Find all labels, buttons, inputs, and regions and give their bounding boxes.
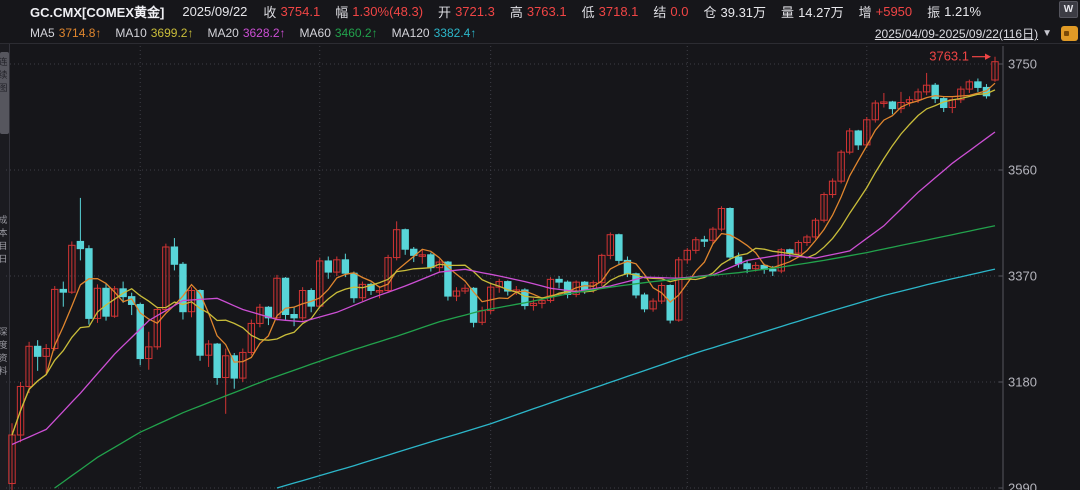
field-label: 量 xyxy=(781,2,794,21)
field-value: 14.27万 xyxy=(798,2,844,21)
field-value: 1.30%(48.3) xyxy=(352,4,423,19)
quote-field: 低 3718.1 xyxy=(582,2,639,21)
field-label: 增 xyxy=(859,2,872,21)
field-label: 高 xyxy=(510,2,523,21)
ma-label: MA60 xyxy=(300,26,331,40)
candle[interactable] xyxy=(667,284,673,323)
quote-date: 2025/09/22 xyxy=(182,4,247,19)
quote-fields: 收 3754.1 幅 1.30%(48.3) 开 3721.3 高 3763.1 低 3718.1… xyxy=(263,2,981,21)
ma-legend-item: MA20 3628.2↑ xyxy=(207,26,285,40)
field-value: 0.0 xyxy=(670,4,688,19)
date-range-selector[interactable]: 2025/04/09-2025/09/22(116日) ▼ xyxy=(875,25,1052,42)
price-tick-label: 2990 xyxy=(1008,481,1037,490)
candle[interactable] xyxy=(86,245,92,324)
field-value: 3721.3 xyxy=(455,4,495,19)
symbol-name: GC.CMX[COMEX黄金] xyxy=(30,2,164,21)
price-tick-label: 3180 xyxy=(1008,375,1037,390)
ma-label: MA5 xyxy=(30,26,55,40)
quote-field: 量14.27万 xyxy=(781,2,844,21)
candlestick-chart[interactable]: 3750 3560 3370 3180 2990 3763.1 xyxy=(0,44,1080,490)
candle[interactable] xyxy=(282,277,288,319)
ma-legend-item: MA10 3699.2↑ xyxy=(115,26,193,40)
field-value: +5950 xyxy=(876,4,913,19)
candle[interactable] xyxy=(727,207,733,260)
ma-label: MA10 xyxy=(115,26,146,40)
candle[interactable] xyxy=(641,293,647,313)
ma-value: 3714.8↑ xyxy=(59,26,102,40)
quote-field: 幅 1.30%(48.3) xyxy=(335,2,423,21)
ma-label: MA120 xyxy=(392,26,430,40)
price-tick-label: 3370 xyxy=(1008,269,1037,284)
field-value: 3763.1 xyxy=(527,4,567,19)
candle[interactable] xyxy=(180,262,186,319)
annotation-label: 3763.1 xyxy=(929,49,969,64)
field-value: 39.31万 xyxy=(721,2,767,21)
candle[interactable] xyxy=(470,287,476,327)
quote-header: GC.CMX[COMEX黄金] 2025/09/22 收 3754.1 幅 1.30%… xyxy=(0,0,1080,22)
field-value: 3754.1 xyxy=(280,4,320,19)
quote-field: 高 3763.1 xyxy=(510,2,567,21)
field-label: 收 xyxy=(263,2,276,21)
chevron-down-icon[interactable]: ▼ xyxy=(1042,28,1052,39)
ma-value: 3628.2↑ xyxy=(243,26,286,40)
candle[interactable] xyxy=(103,284,109,321)
ma-legend-item: MA60 3460.2↑ xyxy=(300,26,378,40)
field-label: 振 xyxy=(927,2,940,21)
quote-field: 结 0.0 xyxy=(653,2,688,21)
quote-field: 仓 39.31万 xyxy=(703,2,766,21)
field-label: 开 xyxy=(438,2,451,21)
trading-app-window: { "header": { "symbol": "GC.CMX[COMEX黄金]… xyxy=(0,0,1080,490)
quote-field: 振 1.21% xyxy=(927,2,981,21)
ma-value: 3460.2↑ xyxy=(335,26,378,40)
date-range-label[interactable]: 2025/04/09-2025/09/22(116日) xyxy=(875,25,1038,42)
chart-plot-area[interactable] xyxy=(0,44,1080,490)
ma-value: 3382.4↑ xyxy=(434,26,477,40)
ma-legend-item: MA120 3382.4↑ xyxy=(392,26,477,40)
notice-icon[interactable] xyxy=(1061,26,1078,41)
field-label: 低 xyxy=(582,2,595,21)
candle[interactable] xyxy=(633,273,639,299)
field-label: 仓 xyxy=(703,2,716,21)
ma-label: MA20 xyxy=(207,26,238,40)
price-tick-label: 3560 xyxy=(1008,163,1037,178)
field-value: 3718.1 xyxy=(599,4,639,19)
quote-field: 收 3754.1 xyxy=(263,2,320,21)
quote-field: 开 3721.3 xyxy=(438,2,495,21)
field-label: 结 xyxy=(653,2,666,21)
watermark-icon[interactable]: W xyxy=(1059,1,1078,18)
ma-legend-item: MA5 3714.8↑ xyxy=(30,26,101,40)
ma-legend-items: MA5 3714.8↑ MA10 3699.2↑ MA20 3628.2↑ MA60 3460… xyxy=(30,26,476,40)
candle[interactable] xyxy=(616,234,622,265)
quote-field: 增 +5950 xyxy=(859,2,913,21)
ma-value: 3699.2↑ xyxy=(151,26,194,40)
field-value: 1.21% xyxy=(944,4,981,19)
price-tick-label: 3750 xyxy=(1008,57,1037,72)
field-label: 幅 xyxy=(335,2,348,21)
